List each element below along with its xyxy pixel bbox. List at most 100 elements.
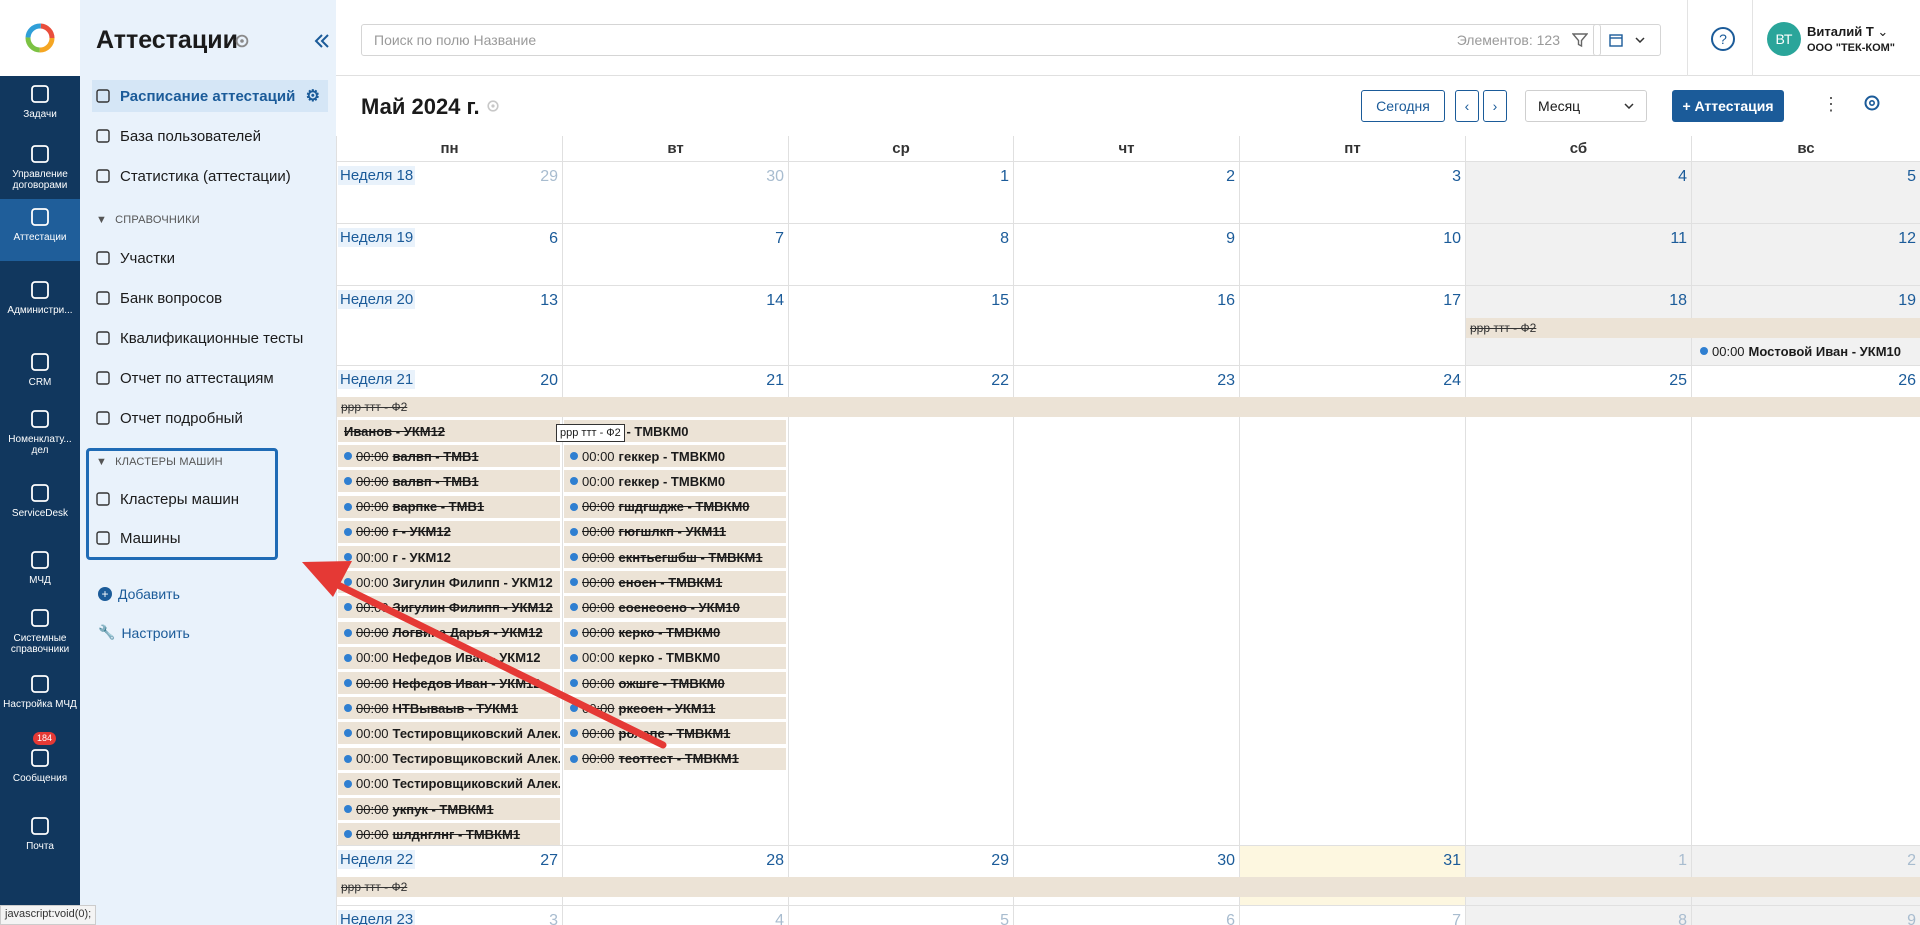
- rail-item-8[interactable]: Системные справочники: [0, 600, 80, 658]
- sidebar-ref-4[interactable]: Отчет подробный: [92, 402, 328, 434]
- sidebar-item-1[interactable]: База пользователей: [92, 120, 328, 152]
- calendar-view-select[interactable]: [1593, 24, 1661, 56]
- app-logo[interactable]: [0, 0, 80, 76]
- calendar-day-cell[interactable]: 9: [1691, 906, 1920, 925]
- calendar-day-cell[interactable]: 8: [788, 224, 1013, 286]
- calendar-day-cell[interactable]: 7: [1239, 906, 1465, 925]
- calendar-day-cell[interactable]: 29 Неделя 18: [336, 162, 562, 224]
- calendar-event[interactable]: 00:00 ролапе - ТМВКМ1: [564, 722, 786, 745]
- calendar-event[interactable]: 00:00 Мостовой Иван - УКМ10: [1694, 340, 1916, 362]
- week-label[interactable]: Неделя 19: [338, 228, 416, 247]
- calendar-day-cell[interactable]: 8: [1465, 906, 1691, 925]
- calendar-day-cell[interactable]: 30: [562, 162, 788, 224]
- prev-month-button[interactable]: ‹: [1455, 90, 1479, 122]
- section-references[interactable]: ▼ СПРАВОЧНИКИ: [96, 214, 200, 226]
- calendar-day-cell[interactable]: 4: [1465, 162, 1691, 224]
- calendar-event[interactable]: 00:00 НТВываыв - ТУКМ1: [338, 697, 560, 720]
- calendar-event[interactable]: 00:00 керко - ТМВКМ0: [564, 646, 786, 669]
- calendar-event[interactable]: 00:00 керко - ТМВКМ0: [564, 621, 786, 644]
- calendar-event[interactable]: 00:00 Логвина Дарья - УКМ12: [338, 621, 560, 644]
- gear-icon[interactable]: [233, 32, 251, 50]
- calendar-event[interactable]: 00:00 гюгшлкп - УКМ11: [564, 520, 786, 543]
- calendar-event[interactable]: 00:00 г - УКМ12: [338, 546, 560, 568]
- calendar-event[interactable]: 00:00 ркеоен - УКМ11: [564, 697, 786, 720]
- calendar-event[interactable]: 00:00 екнтьегшбш - ТМВКМ1: [564, 546, 786, 568]
- next-month-button[interactable]: ›: [1483, 90, 1507, 122]
- sidebar-ref-1[interactable]: Банк вопросов: [92, 282, 328, 314]
- today-button[interactable]: Сегодня: [1361, 90, 1445, 122]
- add-link[interactable]: + Добавить: [98, 586, 180, 602]
- gear-icon[interactable]: ⚙: [306, 86, 320, 106]
- calendar-day-cell[interactable]: 5: [1691, 162, 1920, 224]
- calendar-event[interactable]: 00:00 укпук - ТМВКМ1: [338, 798, 560, 820]
- week-label[interactable]: Неделя 22: [338, 850, 416, 869]
- calendar-event[interactable]: 00:00 теоттест - ТМВКМ1: [564, 747, 786, 770]
- calendar-event[interactable]: 00:00 шлднглнг - ТМВКМ1: [338, 823, 560, 846]
- rail-item-7[interactable]: МЧД: [0, 542, 80, 600]
- calendar-event[interactable]: 00:00 валвп - ТМВ1: [338, 445, 560, 468]
- calendar-day-cell[interactable]: 3: [1239, 162, 1465, 224]
- calendar-day-cell[interactable]: 29: [788, 846, 1013, 906]
- rail-item-5[interactable]: Номенклату... дел: [0, 401, 80, 459]
- calendar-day-cell[interactable]: 2: [1013, 162, 1239, 224]
- calendar-day-cell[interactable]: 23: [1013, 366, 1239, 846]
- calendar-event[interactable]: 00:00 Нефедов Иван - УКМ12: [338, 646, 560, 669]
- user-menu[interactable]: Виталий Т ⌄ ООО "ТЕК-КОМ": [1807, 24, 1895, 56]
- search-input[interactable]: Поиск по полю Название Элементов: 123: [361, 24, 1601, 56]
- calendar-event[interactable]: 00:00 еоенеоено - УКМ10: [564, 596, 786, 619]
- configure-link[interactable]: 🔧 Настроить: [98, 624, 190, 641]
- avatar[interactable]: ВТ: [1767, 22, 1801, 56]
- rail-item-1[interactable]: Управление договорами: [0, 136, 80, 194]
- more-vert-icon[interactable]: ⋮: [1822, 94, 1840, 115]
- calendar-day-cell[interactable]: 6 Неделя 19: [336, 224, 562, 286]
- calendar-event[interactable]: 00:00 Нефедов Иван - УКМ12: [338, 672, 560, 694]
- calendar-day-cell[interactable]: 24: [1239, 366, 1465, 846]
- calendar-event[interactable]: 00:00 варпке - ТМВ1: [338, 495, 560, 518]
- calendar-day-cell[interactable]: 31: [1239, 846, 1465, 906]
- calendar-day-cell[interactable]: 27 Неделя 22: [336, 846, 562, 906]
- calendar-day-cell[interactable]: 1: [788, 162, 1013, 224]
- calendar-event[interactable]: 00:00 Тестировщиковский Алек...: [338, 772, 560, 795]
- rail-item-9[interactable]: Настройка МЧД: [0, 666, 80, 724]
- calendar-day-cell[interactable]: 5: [788, 906, 1013, 925]
- view-select[interactable]: Месяц: [1525, 90, 1647, 122]
- calendar-day-cell[interactable]: 10: [1239, 224, 1465, 286]
- sidebar-ref-0[interactable]: Участки: [92, 242, 328, 274]
- calendar-event[interactable]: 00:00 геккер - ТМВКМ0: [564, 470, 786, 493]
- help-icon[interactable]: ?: [1710, 26, 1736, 52]
- calendar-day-cell[interactable]: 28: [562, 846, 788, 906]
- week-label[interactable]: Неделя 20: [338, 290, 416, 309]
- calendar-day-cell[interactable]: 14: [562, 286, 788, 366]
- sidebar-ref-3[interactable]: Отчет по аттестациям: [92, 362, 328, 394]
- calendar-event[interactable]: 00:00 Тестировщиковский Алек...: [338, 747, 560, 770]
- calendar-event[interactable]: 00:00 Зигулин Филипп - УКМ12: [338, 571, 560, 594]
- rail-item-4[interactable]: CRM: [0, 344, 80, 402]
- calendar-day-cell[interactable]: 17: [1239, 286, 1465, 366]
- calendar-day-cell[interactable]: 22: [788, 366, 1013, 846]
- sidebar-item-0[interactable]: Расписание аттестаций ⚙: [92, 80, 328, 112]
- rail-item-3[interactable]: Администри...: [0, 272, 80, 330]
- calendar-event[interactable]: Иванов - УКМ12: [338, 420, 560, 442]
- calendar-event[interactable]: 00:00 ожшге - ТМВКМ0: [564, 672, 786, 694]
- calendar-event[interactable]: 00:00 гшдгшдже - ТМВКМ0: [564, 495, 786, 518]
- calendar-day-cell[interactable]: 26: [1691, 366, 1920, 846]
- rail-item-0[interactable]: Задачи: [0, 76, 80, 134]
- add-attestation-button[interactable]: + Аттестация: [1672, 90, 1784, 122]
- calendar-event[interactable]: 00:00 Тестировщиковский Алек...: [338, 722, 560, 745]
- calendar-event[interactable]: ррр ттт - Ф2: [1466, 318, 1920, 338]
- calendar-day-cell[interactable]: 6: [1013, 906, 1239, 925]
- sidebar-item-2[interactable]: Статистика (аттестации): [92, 160, 328, 192]
- calendar-day-cell[interactable]: 2: [1691, 846, 1920, 906]
- gear-icon[interactable]: [485, 98, 501, 114]
- filter-icon[interactable]: [1572, 32, 1588, 48]
- calendar-day-cell[interactable]: 30: [1013, 846, 1239, 906]
- calendar-event[interactable]: ррр ттт - Ф2: [337, 397, 1920, 417]
- calendar-day-cell[interactable]: 15: [788, 286, 1013, 366]
- collapse-sidebar-icon[interactable]: [314, 34, 330, 48]
- week-label[interactable]: Неделя 21: [338, 370, 416, 389]
- rail-item-2[interactable]: Аттестации: [0, 199, 80, 261]
- settings-icon[interactable]: [1862, 93, 1882, 113]
- calendar-event[interactable]: 00:00 Зигулин Филипп - УКМ12: [338, 596, 560, 619]
- calendar-event[interactable]: 00:00 геккер - ТМВКМ0: [564, 445, 786, 468]
- calendar-day-cell[interactable]: 25: [1465, 366, 1691, 846]
